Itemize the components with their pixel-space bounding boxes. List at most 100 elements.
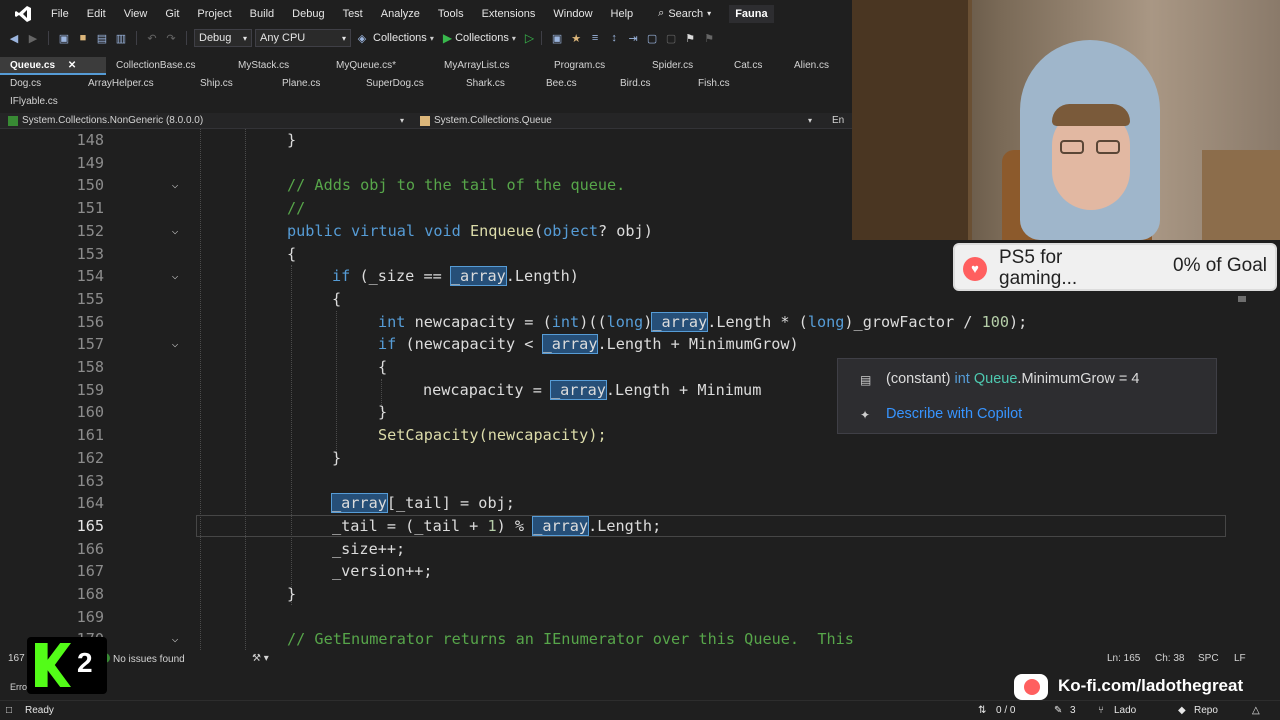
glasses-left [1060,140,1084,154]
pencil-icon[interactable]: ✎ [1054,705,1062,716]
collapse-chevron-icon[interactable]: ⌵ [167,333,183,356]
whitespace-indicator[interactable]: SPC [1198,653,1219,664]
room-door [852,0,972,240]
code-text: { [332,289,342,308]
tab-mystack-cs[interactable]: MyStack.cs [228,57,326,75]
branch-name[interactable]: Lado [1114,705,1136,716]
comment-icon[interactable]: ▢ [644,30,660,46]
profile-badge[interactable]: Fauna [729,4,774,23]
menu-debug[interactable]: Debug [283,8,333,20]
collapse-chevron-icon[interactable]: ⌵ [167,628,183,650]
quick-info-class: Queue [973,371,1018,387]
menu-build[interactable]: Build [241,8,283,20]
visual-studio-logo-icon[interactable] [14,5,32,23]
menu-tools[interactable]: Tools [429,8,473,20]
chevron-down-icon[interactable]: ▾ [512,34,516,43]
copilot-link-row[interactable]: ✦ Describe with Copilot [860,406,1022,422]
menu-git[interactable]: Git [156,8,188,20]
tab-myarraylist-cs[interactable]: MyArrayList.cs [434,57,544,75]
git-changes-count[interactable]: 0 / 0 [996,705,1015,716]
tab-fish-cs[interactable]: Fish.cs [688,75,752,93]
scroll-thumb[interactable] [1238,296,1246,302]
undo-icon[interactable]: ↶ [144,30,160,46]
start-without-debugging-icon[interactable]: ▷ [525,31,534,45]
startup-project-label[interactable]: Collections [373,32,427,44]
menu-extensions[interactable]: Extensions [473,8,545,20]
tab-myqueue-cs[interactable]: MyQueue.cs* [326,57,434,75]
layout-icon[interactable]: ↕ [606,30,622,46]
menu-edit[interactable]: Edit [78,8,115,20]
column-indicator[interactable]: Ch: 38 [1155,653,1184,664]
tab-alien-cs[interactable]: Alien.cs [784,57,852,75]
chevron-down-icon[interactable]: ▾ [430,34,434,43]
code-text: { [378,358,388,376]
notifications-icon[interactable]: △ [1252,705,1260,716]
line-number: 158 [76,358,104,376]
current-code-line: 165 _tail = (_tail + 1) % _array.Length; [0,514,1250,538]
code-line: 164 _array[_tail] = obj; [0,492,1250,515]
repo-icon[interactable]: ◆ [1178,705,1186,716]
search-button[interactable]: ⌕ Search ▾ [650,7,719,20]
pending-edits-count[interactable]: 3 [1070,705,1076,716]
line-indicator[interactable]: Ln: 165 [1107,653,1140,664]
tab-superdog-cs[interactable]: SuperDog.cs [356,75,456,93]
tab-arrayhelper-cs[interactable]: ArrayHelper.cs [78,75,190,93]
bookmark-prev-icon[interactable]: ⚑ [701,30,717,46]
collapse-chevron-icon[interactable]: ⌵ [167,220,183,243]
hot-reload-icon[interactable]: ★ [568,30,584,46]
menu-analyze[interactable]: Analyze [372,8,429,20]
collapse-chevron-icon[interactable]: ⌵ [167,265,183,288]
open-folder-icon[interactable]: ■ [75,30,91,46]
run-button-label[interactable]: Collections [455,32,509,44]
menu-view[interactable]: View [115,8,157,20]
menu-file[interactable]: File [42,8,78,20]
menu-window[interactable]: Window [544,8,601,20]
platform-dropdown[interactable]: Any CPU ▾ [255,29,351,47]
project-dropdown[interactable]: System.Collections.NonGeneric (8.0.0.0) … [0,115,412,126]
tab-bird-cs[interactable]: Bird.cs [610,75,688,93]
member-dropdown[interactable]: En [820,115,852,126]
save-all-icon[interactable]: ▥ [113,30,129,46]
collapse-chevron-icon[interactable]: ⌵ [167,174,183,197]
start-debugging-icon[interactable]: ▶ [443,31,452,45]
tab-ship-cs[interactable]: Ship.cs [190,75,272,93]
issues-indicator[interactable]: No issues found [100,653,185,665]
project-name: System.Collections.NonGeneric (8.0.0.0) [22,115,204,126]
tab-program-cs[interactable]: Program.cs [544,57,642,75]
tab-spider-cs[interactable]: Spider.cs [642,57,724,75]
tab-iflyable-cs[interactable]: IFlyable.cs [0,93,80,111]
branch-icon[interactable]: ⑂ [1098,705,1104,716]
redo-icon[interactable]: ↷ [163,30,179,46]
describe-with-copilot-link[interactable]: Describe with Copilot [886,406,1022,422]
menu-test[interactable]: Test [334,8,372,20]
close-icon[interactable]: ✕ [68,60,76,71]
uncomment-icon[interactable]: ▢ [663,30,679,46]
new-project-icon[interactable]: ▣ [56,30,72,46]
git-changes-icon[interactable]: ⇅ [978,705,986,716]
repo-name[interactable]: Repo [1194,705,1218,716]
code-cleanup-icon[interactable]: ⚒ ▾ [252,653,269,664]
line-ending-indicator[interactable]: LF [1234,653,1246,664]
format-icon[interactable]: ⇥ [625,30,641,46]
tab-bee-cs[interactable]: Bee.cs [536,75,610,93]
tab-cat-cs[interactable]: Cat.cs [724,57,784,75]
code-text: } [287,131,297,149]
back-icon[interactable]: ◀ [6,30,22,46]
tab-shark-cs[interactable]: Shark.cs [456,75,536,93]
menu-project[interactable]: Project [188,8,240,20]
configuration-dropdown[interactable]: Debug ▾ [194,29,252,47]
zoom-level[interactable]: 167 [8,653,25,664]
save-icon[interactable]: ▤ [94,30,110,46]
vertical-scrollbar[interactable] [1232,296,1250,650]
step-icon[interactable]: ≡ [587,30,603,46]
menu-help[interactable]: Help [602,8,643,20]
code-line: 163 [0,470,1250,493]
bookmark-icon[interactable]: ⚑ [682,30,698,46]
type-dropdown[interactable]: System.Collections.Queue ▾ [412,115,820,126]
tab-dog-cs[interactable]: Dog.cs [0,75,78,93]
forward-icon[interactable]: ▶ [25,30,41,46]
tab-queue-cs[interactable]: Queue.cs ✕ [0,57,106,75]
tab-collectionbase-cs[interactable]: CollectionBase.cs [106,57,228,75]
tab-plane-cs[interactable]: Plane.cs [272,75,356,93]
browser-link-icon[interactable]: ▣ [549,30,565,46]
